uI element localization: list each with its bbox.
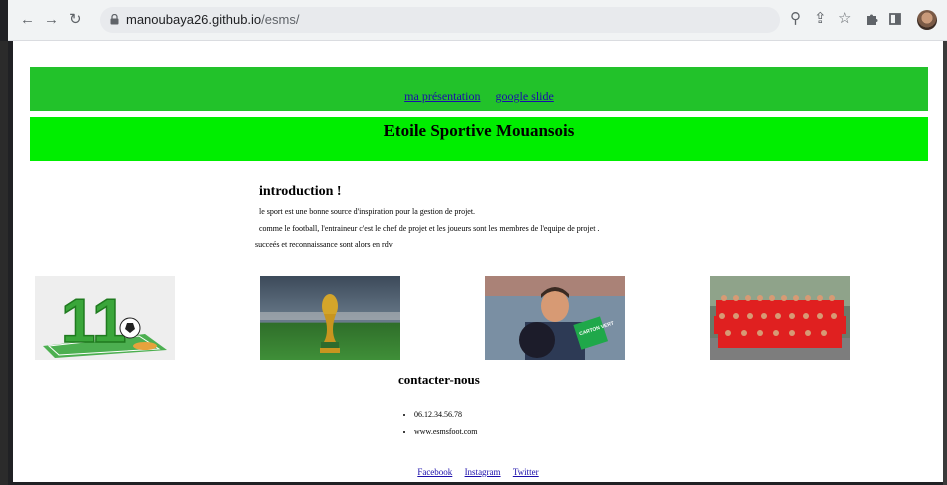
- contact-list: 06.12.34.56.78 www.esmsfoot.com: [398, 406, 477, 440]
- address-bar[interactable]: manoubaya26.github.io/esms/: [100, 7, 780, 33]
- contact-website: www.esmsfoot.com: [414, 423, 477, 440]
- photo-world-cup-trophy: [260, 276, 400, 360]
- url-path: /esms/: [261, 12, 300, 27]
- web-page: ma présentation google slide Etoile Spor…: [13, 41, 943, 482]
- nav-links: ma présentation google slide: [30, 89, 928, 104]
- share-icon[interactable]: ⇪: [814, 10, 827, 28]
- intro-heading: introduction !: [259, 184, 342, 199]
- scrollbar[interactable]: [943, 41, 947, 485]
- lock-icon: [110, 14, 119, 25]
- link-twitter[interactable]: Twitter: [513, 467, 539, 477]
- sidepanel-icon[interactable]: [889, 13, 901, 25]
- link-ma-presentation[interactable]: ma présentation: [404, 89, 480, 103]
- reload-icon[interactable]: ↻: [69, 11, 82, 29]
- browser-toolbar: ← → ↻ manoubaya26.github.io/esms/ ⚲ ⇪ ☆ …: [8, 0, 947, 41]
- footer-links: Facebook Instagram Twitter: [13, 467, 943, 477]
- intro-line-2: comme le football, l'entraineur c'est le…: [259, 224, 600, 233]
- intro-line-3: succeés et reconnaissance sont alors en …: [255, 240, 393, 249]
- page-title: Etoile Sportive Mouansois: [383, 121, 575, 140]
- left-edge: [0, 41, 8, 485]
- url-host: manoubaya26.github.io: [126, 12, 262, 27]
- link-instagram[interactable]: Instagram: [465, 467, 501, 477]
- photo-kid-green-card: CARTON VERT: [485, 276, 625, 360]
- title-band: Etoile Sportive Mouansois: [30, 117, 928, 161]
- menu-icon[interactable]: ⋮: [943, 10, 947, 28]
- contact-heading: contacter-nous: [398, 372, 480, 387]
- star-icon[interactable]: ☆: [838, 10, 851, 28]
- zoom-icon[interactable]: ⚲: [790, 10, 801, 28]
- forward-icon[interactable]: →: [44, 11, 59, 29]
- link-facebook[interactable]: Facebook: [417, 467, 452, 477]
- intro-line-1: le sport est une bonne source d'inspirat…: [259, 207, 476, 216]
- nav-band: ma présentation google slide: [30, 67, 928, 111]
- contact-phone: 06.12.34.56.78: [414, 406, 477, 423]
- extensions-icon[interactable]: [864, 12, 878, 26]
- photo-team-red: [710, 276, 850, 360]
- url-text[interactable]: manoubaya26.github.io/esms/: [126, 12, 299, 27]
- profile-avatar[interactable]: [917, 10, 937, 30]
- link-google-slide[interactable]: google slide: [495, 89, 553, 103]
- photo-number-eleven: 11: [35, 276, 175, 360]
- back-icon[interactable]: ←: [20, 11, 35, 29]
- jersey-number: 11: [61, 287, 127, 356]
